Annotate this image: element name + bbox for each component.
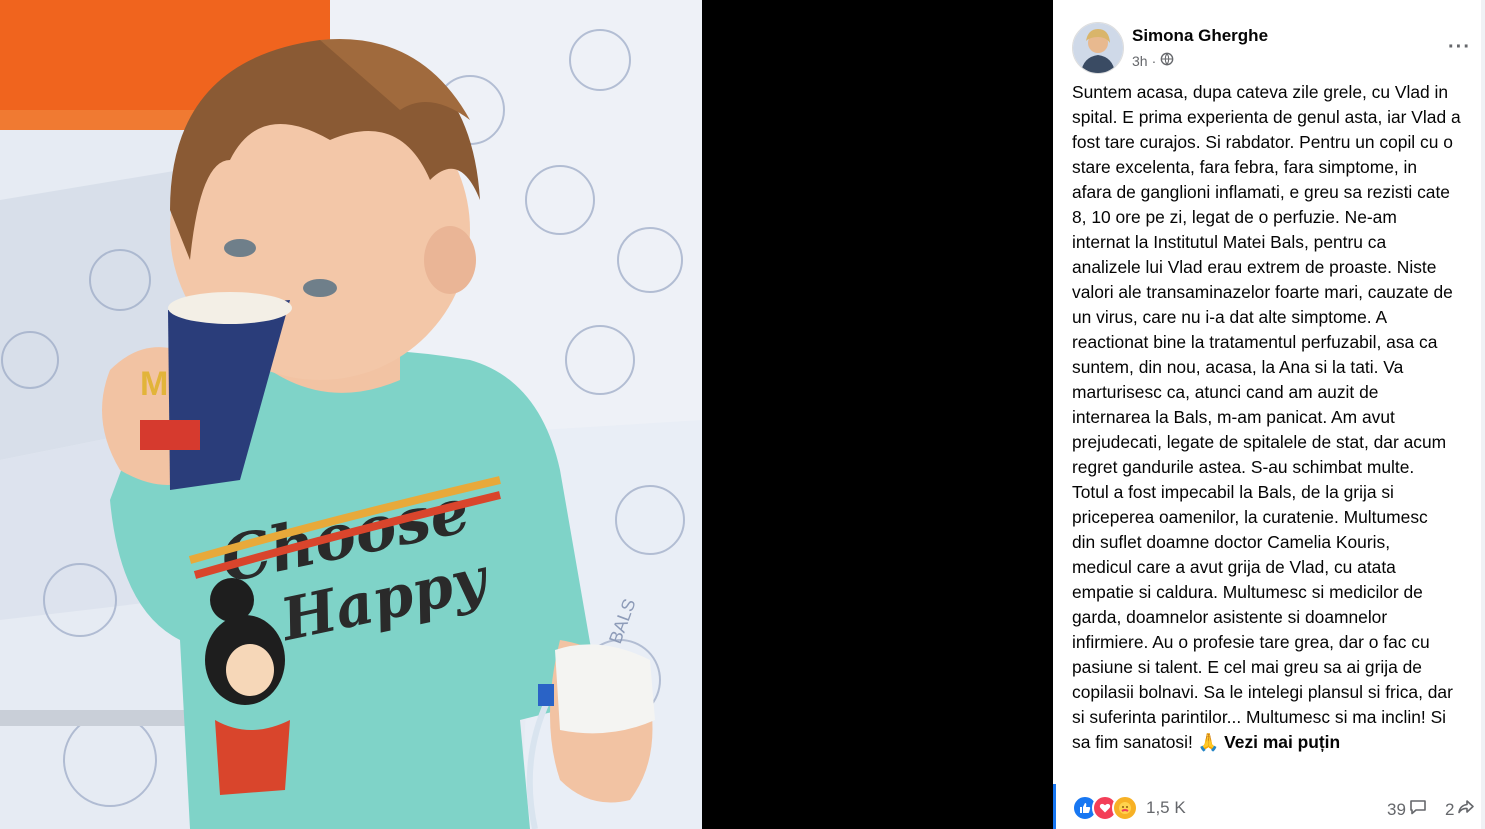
pray-emoji-icon: 🙏	[1197, 732, 1220, 752]
post-text-line: copilasii bolnavi. Sa le intelegi plansu…	[1072, 682, 1453, 702]
post-text-line: afara de ganglioni inflamati, e greu sa …	[1072, 182, 1450, 202]
post-text-line: internat la Institutul Matei Bals, pentr…	[1072, 232, 1387, 252]
post-text-line: 8, 10 ore pe zi, legat de o perfuzie. Ne…	[1072, 207, 1397, 227]
cup-logo: M	[140, 365, 168, 403]
post-text-line: stare excelenta, fara febra, fara simpto…	[1072, 157, 1418, 177]
comment-icon	[1408, 797, 1428, 822]
reaction-count: 1,5 K	[1146, 798, 1186, 817]
care-reaction-icon	[1112, 795, 1138, 821]
meta-separator: ·	[1151, 52, 1157, 69]
post-panel: Simona Gherghe 3h · ··· Suntem acasa, du…	[1053, 0, 1485, 829]
post-text-line: Totul a fost impecabil la Bals, de la gr…	[1072, 482, 1394, 502]
post-text-line: internarea la Bals, m-am panicat. Am avu…	[1072, 407, 1395, 427]
post-text-line: Suntem acasa, dupa cateva zile grele, cu…	[1072, 82, 1449, 102]
post-text-line: sa fim sanatosi! 🙏 Vezi mai puțin	[1072, 730, 1484, 755]
comment-count: 39	[1387, 799, 1406, 819]
author-name[interactable]: Simona Gherghe	[1132, 26, 1268, 46]
globe-icon	[1160, 52, 1174, 69]
shares-count-button[interactable]: 2	[1445, 797, 1476, 822]
focus-indicator	[1053, 784, 1056, 829]
comments-count-button[interactable]: 39	[1387, 797, 1428, 822]
post-text-line: spital. E prima experienta de genul asta…	[1072, 107, 1461, 127]
post-text-line: pasiune si talent. E cel mai greu sa ai …	[1072, 657, 1422, 677]
post-meta: 3h ·	[1132, 52, 1174, 69]
post-text-line: reactionat bine la tratamentul perfuzabi…	[1072, 332, 1438, 352]
post-text-line: infirmiere. Au o profesie tare grea, dar…	[1072, 632, 1430, 652]
share-count: 2	[1445, 799, 1455, 819]
post-text-line: garda, doamnelor asistente si doamnelor	[1072, 607, 1388, 627]
share-icon	[1456, 797, 1476, 822]
post-text-line: valori ale transaminazelor foarte mari, …	[1072, 282, 1453, 302]
post-text-line: regret gandurile astea. S-au schimbat mu…	[1072, 457, 1415, 477]
post-text-line: si suferinta parintilor... Multumesc si …	[1072, 707, 1447, 727]
post-text-line: din suflet doamne doctor Camelia Kouris,	[1072, 532, 1391, 552]
post-text-line: marturisesc ca, atunci cand am auzit de	[1072, 382, 1379, 402]
post-text-line: fost tare curajos. Si rabdator. Pentru u…	[1072, 132, 1453, 152]
more-options-icon[interactable]: ···	[1448, 36, 1471, 59]
scrollbar[interactable]	[1481, 0, 1485, 829]
post-text-line: empatie si caldura. Multumesc si medicil…	[1072, 582, 1423, 602]
post-text-line: analizele lui Vlad erau extrem de proast…	[1072, 257, 1437, 277]
author-avatar[interactable]	[1072, 22, 1124, 74]
post-photo[interactable]: MATEI BALS M Choose Happy	[0, 0, 702, 829]
post-text-line: medicul care a avut grija de Vlad, cu at…	[1072, 557, 1396, 577]
post-time[interactable]: 3h	[1132, 53, 1148, 69]
reactions-summary[interactable]: 1,5 K	[1072, 795, 1186, 821]
post-text-line: suntem, din nou, acasa, la Ana si la tat…	[1072, 357, 1404, 377]
post-text: Suntem acasa, dupa cateva zile grele, cu…	[1072, 80, 1484, 755]
post-text-last: sa fim sanatosi!	[1072, 732, 1198, 752]
post-text-line: un virus, care nu i-a dat alte simptome.…	[1072, 307, 1388, 327]
see-less-link[interactable]: Vezi mai puțin	[1224, 732, 1340, 752]
post-text-line: prejudecati, legate de spitalele de stat…	[1072, 432, 1447, 452]
post-text-line: priceperea oamenilor, la curatenie. Mult…	[1072, 507, 1428, 527]
